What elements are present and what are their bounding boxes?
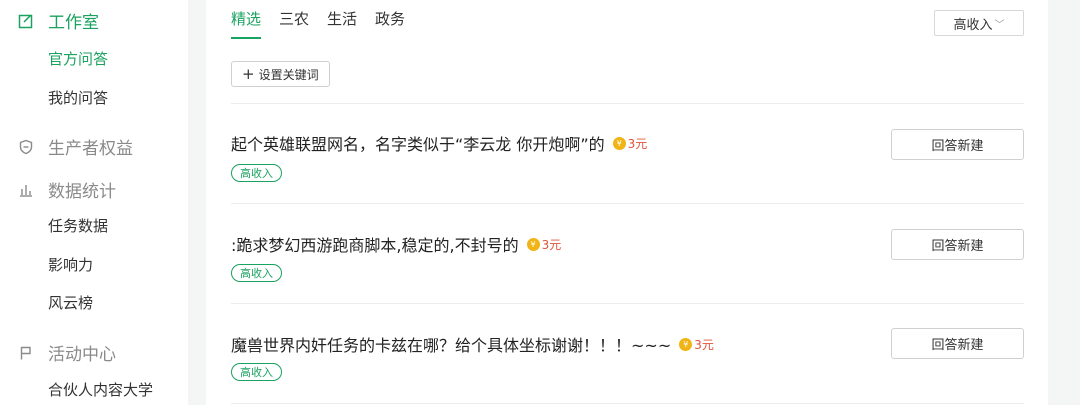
question-text: 魔兽世界内奸任务的卡兹在哪？给个具体坐标谢谢！！！~~~ <box>231 336 672 355</box>
sidebar: 工作室 官方问答 我的问答 生产者权益 数据统计 任务数据 影响力 风云榜 活动… <box>0 0 188 405</box>
sidebar-item-task-data[interactable]: 任务数据 <box>48 215 108 236</box>
divider <box>231 103 1024 104</box>
coin-icon: ¥ <box>526 237 540 251</box>
sidebar-group-label: 工作室 <box>48 13 99 33</box>
main-panel: 精选 三农 生活 政务 高收入 ﹀ + 设置关键词 起个英雄联盟网名，名字类似于… <box>206 0 1048 405</box>
filter-label: 高收入 <box>953 17 993 33</box>
category-tabs: 精选 三农 生活 政务 <box>231 8 423 39</box>
reward-amount: 3元 <box>541 237 562 252</box>
answer-button[interactable]: 回答新建 <box>891 129 1024 160</box>
shield-icon <box>18 139 34 155</box>
sidebar-item-partner-university[interactable]: 合伙人内容大学 <box>48 379 153 400</box>
plus-icon: + <box>242 65 255 83</box>
tab-life[interactable]: 生活 <box>327 8 357 39</box>
set-keywords-button[interactable]: + 设置关键词 <box>231 61 330 87</box>
question-title[interactable]: 起个英雄联盟网名，名字类似于“李云龙 你开炮啊”的 ¥ 3元 <box>231 131 647 155</box>
sidebar-item-official-qa[interactable]: 官方问答 <box>48 48 108 69</box>
tab-agriculture[interactable]: 三农 <box>279 8 309 39</box>
tab-featured[interactable]: 精选 <box>231 8 262 39</box>
sidebar-group-activity[interactable]: 活动中心 <box>18 340 116 365</box>
sidebar-item-influence[interactable]: 影响力 <box>48 254 93 275</box>
sidebar-group-label: 活动中心 <box>48 345 116 365</box>
sidebar-item-my-qa[interactable]: 我的问答 <box>48 87 108 108</box>
set-keywords-label: 设置关键词 <box>258 67 319 82</box>
question-text: :跪求梦幻西游跑商脚本,稳定的,不封号的 <box>231 236 519 255</box>
question-title[interactable]: :跪求梦幻西游跑商脚本,稳定的,不封号的 ¥ 3元 <box>231 232 561 256</box>
income-filter-dropdown[interactable]: 高收入 ﹀ <box>934 10 1024 36</box>
divider <box>231 203 1024 204</box>
reward-amount: 3元 <box>627 136 648 151</box>
coin-icon: ¥ <box>612 136 626 150</box>
edit-icon <box>18 13 34 29</box>
coin-icon: ¥ <box>679 337 693 351</box>
answer-button[interactable]: 回答新建 <box>891 229 1024 260</box>
question-title[interactable]: 魔兽世界内奸任务的卡兹在哪？给个具体坐标谢谢！！！~~~ ¥ 3元 <box>231 332 714 356</box>
sidebar-group-label: 生产者权益 <box>48 139 133 159</box>
income-tag: 高收入 <box>231 164 282 182</box>
answer-button[interactable]: 回答新建 <box>891 328 1024 359</box>
sidebar-group-label: 数据统计 <box>48 182 116 202</box>
income-tag: 高收入 <box>231 363 282 381</box>
divider <box>231 303 1024 304</box>
sidebar-group-rights[interactable]: 生产者权益 <box>18 134 133 159</box>
bar-chart-icon <box>18 182 34 198</box>
divider <box>231 403 1024 404</box>
flag-icon <box>18 345 34 361</box>
question-text: 起个英雄联盟网名，名字类似于“李云龙 你开炮啊”的 <box>231 135 605 154</box>
tab-government[interactable]: 政务 <box>375 8 405 39</box>
income-tag: 高收入 <box>231 264 282 282</box>
reward-amount: 3元 <box>694 337 714 352</box>
sidebar-item-ranking[interactable]: 风云榜 <box>48 292 93 313</box>
sidebar-group-stats[interactable]: 数据统计 <box>18 177 116 202</box>
chevron-down-icon: ﹀ <box>994 19 1005 31</box>
sidebar-group-studio[interactable]: 工作室 <box>18 8 99 33</box>
